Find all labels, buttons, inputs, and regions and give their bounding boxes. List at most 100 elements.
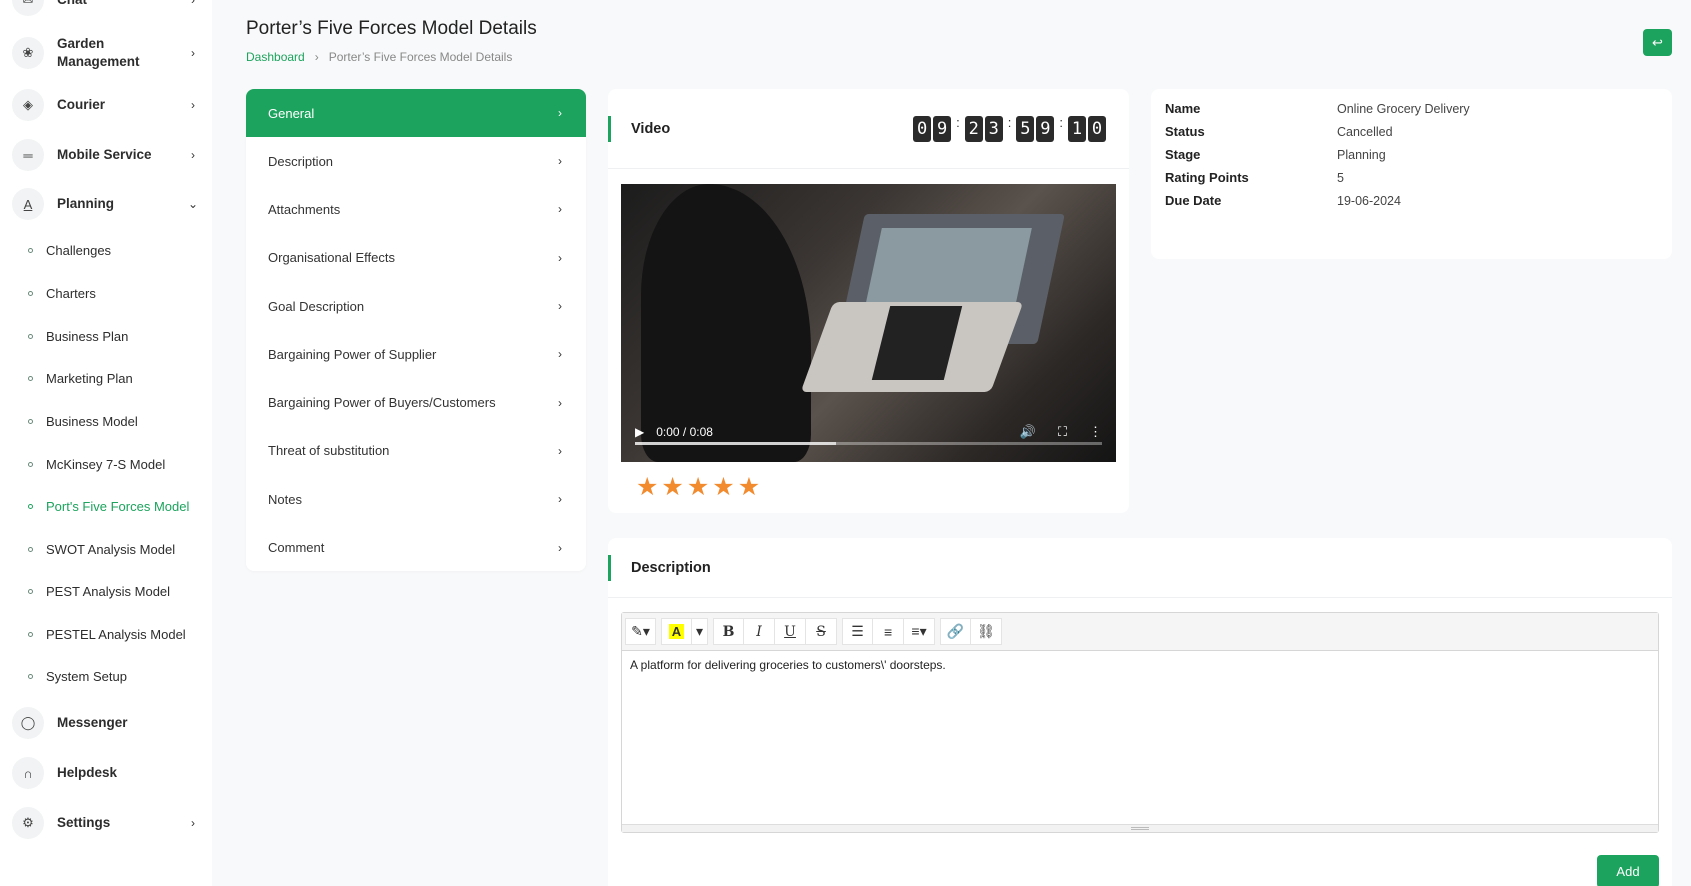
timer-digit: 1 xyxy=(1068,115,1086,142)
back-arrow-icon: ↩ xyxy=(1652,34,1663,50)
gear-icon: ⚙ xyxy=(12,807,44,839)
sidebar-sub-marketing-plan[interactable]: Marketing Plan xyxy=(28,371,133,386)
sub-item-label: Marketing Plan xyxy=(46,371,133,386)
bullet-icon xyxy=(28,547,33,552)
tab-threat-of-substitution[interactable]: Threat of substitution › xyxy=(246,427,586,475)
tab-label: Goal Description xyxy=(268,298,365,314)
breadcrumb: Dashboard › Porter’s Five Forces Model D… xyxy=(246,50,512,64)
sidebar-sub-five-forces[interactable]: Port's Five Forces Model xyxy=(28,499,189,514)
add-button[interactable]: Add xyxy=(1597,855,1659,886)
tab-general[interactable]: General › xyxy=(246,89,586,137)
tab-attachments[interactable]: Attachments › xyxy=(246,185,586,233)
video-card-header: Video 0 9 : 2 3 : 5 9 : 1 0 xyxy=(608,89,1129,169)
bullet-icon xyxy=(28,589,33,594)
sub-item-label: Port's Five Forces Model xyxy=(46,499,190,514)
tab-notes[interactable]: Notes › xyxy=(246,475,586,523)
info-key: Stage xyxy=(1165,147,1201,162)
tab-comment[interactable]: Comment › xyxy=(246,523,586,571)
underline-button[interactable]: U xyxy=(775,618,807,645)
sub-item-label: PESTEL Analysis Model xyxy=(46,627,186,642)
timer-digit: 3 xyxy=(984,115,1003,142)
sidebar-item-garden-management[interactable]: ❀ Garden Management › xyxy=(12,35,200,71)
align-dropdown-icon[interactable]: ≡▾ xyxy=(904,618,936,645)
timer-colon: : xyxy=(1059,115,1063,130)
sidebar-sub-mckinsey[interactable]: McKinsey 7-S Model xyxy=(28,457,165,472)
info-value: Online Grocery Delivery xyxy=(1337,101,1470,116)
sidebar-sub-pestel[interactable]: PESTEL Analysis Model xyxy=(28,627,186,642)
unlink-icon[interactable]: ⛓ xyxy=(971,618,1003,645)
sidebar-item-planning[interactable]: A Planning ⌄ xyxy=(12,188,200,220)
star-icon[interactable]: ★ xyxy=(738,475,760,500)
video-progress-bar[interactable] xyxy=(635,442,1102,445)
rating-stars: ★ ★ ★ ★ ★ xyxy=(636,475,760,500)
bullet-icon xyxy=(28,334,33,339)
tab-label: Description xyxy=(268,153,334,169)
color-dropdown-icon[interactable]: ▾ xyxy=(692,618,709,645)
tab-label: Organisational Effects xyxy=(268,250,395,266)
sidebar-sub-pest[interactable]: PEST Analysis Model xyxy=(28,584,170,599)
back-button[interactable]: ↩ xyxy=(1643,29,1672,56)
editor-resize-handle[interactable] xyxy=(622,824,1658,832)
star-icon[interactable]: ★ xyxy=(687,475,709,500)
sidebar-item-courier[interactable]: ◈ Courier › xyxy=(12,89,200,121)
sidebar-sub-challenges[interactable]: Challenges xyxy=(28,243,111,258)
bullet-icon xyxy=(28,248,33,253)
accent-bar xyxy=(608,115,611,142)
chevron-down-icon: ⌄ xyxy=(187,197,199,211)
info-key: Due Date xyxy=(1165,193,1222,208)
star-icon[interactable]: ★ xyxy=(661,475,683,500)
video-player[interactable]: ▶ 0:00 / 0:08 🔊 ⛶ ⋮ xyxy=(621,184,1116,462)
bullet-icon xyxy=(28,632,33,637)
sidebar-sub-swot[interactable]: SWOT Analysis Model xyxy=(28,542,175,557)
sidebar-item-label: Messenger xyxy=(57,715,128,730)
fullscreen-icon[interactable]: ⛶ xyxy=(1058,424,1067,440)
detail-tabs: General › Description › Attachments › Organ… xyxy=(246,89,586,571)
tab-description[interactable]: Description › xyxy=(246,137,586,185)
chevron-right-icon: › xyxy=(191,98,195,112)
highlight-color-button[interactable]: A xyxy=(661,618,692,645)
more-options-icon[interactable]: ⋮ xyxy=(1089,424,1102,440)
sidebar-sub-system-setup[interactable]: System Setup xyxy=(28,669,127,684)
section-title: Description xyxy=(608,554,711,581)
sidebar-item-helpdesk[interactable]: ∩ Helpdesk xyxy=(12,757,200,789)
timer-colon: : xyxy=(956,115,960,130)
tab-label: Comment xyxy=(268,540,325,556)
sidebar-item-settings[interactable]: ⚙ Settings › xyxy=(12,807,200,839)
chevron-right-icon: › xyxy=(558,347,562,362)
link-icon[interactable]: 🔗 xyxy=(940,618,972,645)
sidebar-sub-business-plan[interactable]: Business Plan xyxy=(28,329,128,344)
play-icon[interactable]: ▶ xyxy=(635,425,644,439)
star-icon[interactable]: ★ xyxy=(636,475,658,500)
numbered-list-icon[interactable]: ≡ xyxy=(873,618,905,645)
sidebar-sub-business-model[interactable]: Business Model xyxy=(28,414,138,429)
editor-content[interactable]: A platform for delivering groceries to c… xyxy=(622,651,1658,679)
sidebar-item-messenger[interactable]: ◯ Messenger xyxy=(12,707,200,739)
bold-button[interactable]: B xyxy=(713,618,745,645)
chevron-right-icon: › xyxy=(558,299,562,314)
strikethrough-button[interactable]: S xyxy=(806,618,838,645)
chat-icon: ◯ xyxy=(12,707,44,739)
tab-goal-description[interactable]: Goal Description › xyxy=(246,282,586,330)
magic-wand-icon[interactable]: ✎▾ xyxy=(625,618,656,645)
italic-button[interactable]: I xyxy=(744,618,776,645)
bullet-list-icon[interactable]: ☰ xyxy=(842,618,874,645)
breadcrumb-dashboard-link[interactable]: Dashboard xyxy=(246,50,305,64)
bullet-icon xyxy=(28,419,33,424)
volume-icon[interactable]: 🔊 xyxy=(1020,424,1036,440)
info-key: Name xyxy=(1165,101,1201,116)
garden-icon: ❀ xyxy=(12,37,44,69)
timer-digit: 9 xyxy=(933,115,952,142)
tab-buyer-power[interactable]: Bargaining Power of Buyers/Customers › xyxy=(246,378,586,426)
sidebar-item-mobile-service[interactable]: ═ Mobile Service › xyxy=(12,139,200,171)
video-progress-fill xyxy=(635,442,836,445)
timer-digit: 2 xyxy=(964,115,983,142)
tab-supplier-power[interactable]: Bargaining Power of Supplier › xyxy=(246,330,586,378)
sub-item-label: Business Model xyxy=(46,414,138,429)
headset-icon: ∩ xyxy=(12,757,44,789)
sidebar-sub-charters[interactable]: Charters xyxy=(28,286,96,301)
sub-item-label: McKinsey 7-S Model xyxy=(46,457,166,472)
star-icon[interactable]: ★ xyxy=(712,475,734,500)
sub-item-label: Challenges xyxy=(46,243,112,258)
sidebar-item-chat[interactable]: ✉ Chat › xyxy=(12,0,200,16)
tab-organisational-effects[interactable]: Organisational Effects › xyxy=(246,234,586,282)
